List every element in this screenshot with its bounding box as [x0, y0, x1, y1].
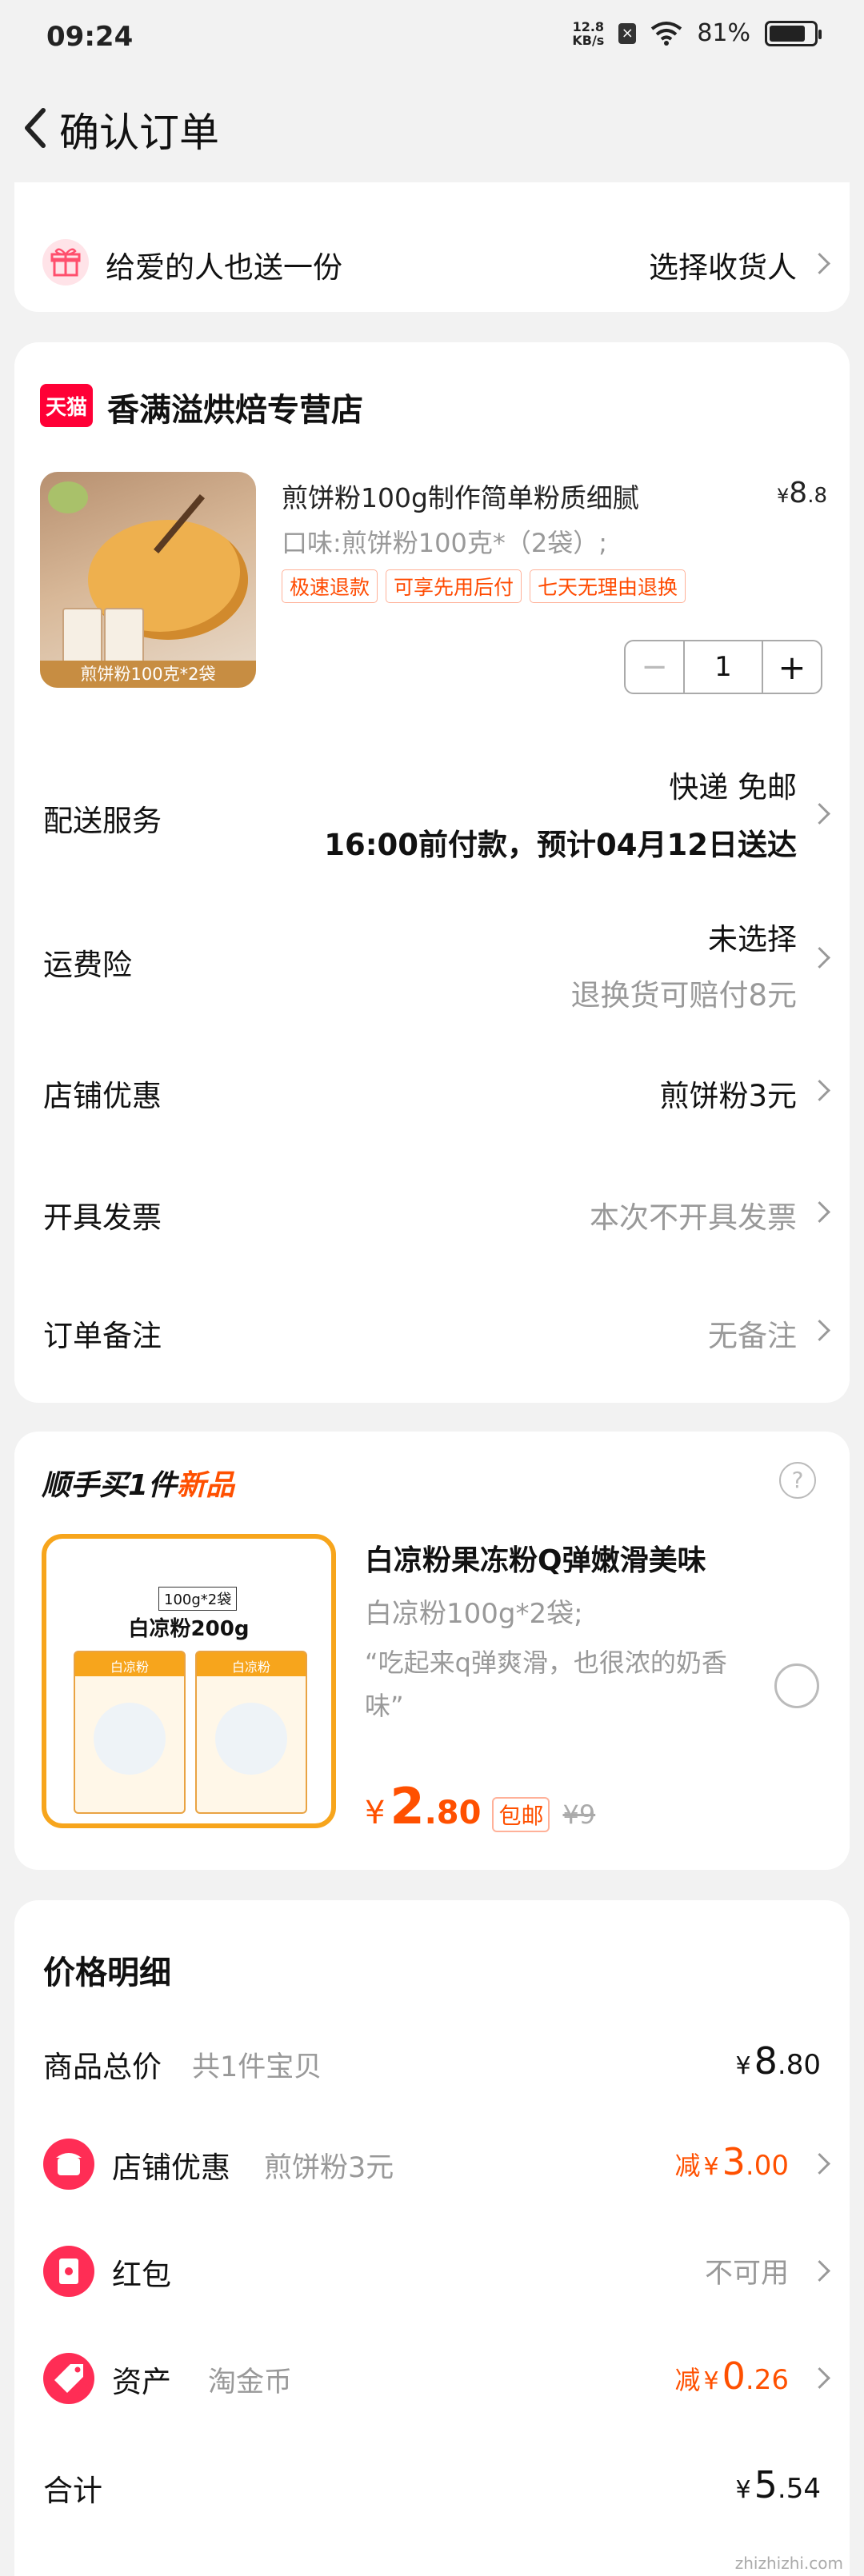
tmall-badge: 天猫	[40, 384, 93, 427]
total-goods-label: 商品总价	[43, 2050, 162, 2084]
product-image-caption: 煎饼粉100克*2袋	[40, 661, 256, 688]
service-tag: 极速退款	[282, 569, 378, 603]
status-bar: 09:24 12.8 KB/s × 81%	[0, 0, 864, 80]
back-arrow-icon[interactable]	[14, 96, 62, 160]
delivery-method: 快递 免邮	[669, 770, 797, 805]
help-icon[interactable]: ?	[779, 1462, 816, 1499]
sum-label: 合计	[43, 2474, 102, 2508]
increase-button[interactable]: +	[762, 641, 821, 693]
note-label: 订单备注	[43, 1319, 162, 1353]
network-speed: 12.8 KB/s	[572, 18, 605, 48]
chevron-right-icon	[809, 2260, 830, 2282]
addon-review-quote: “吃起来q弹爽滑，也很浓的奶香味”	[365, 1647, 727, 1721]
shop-discount-label: 店铺优惠	[112, 2151, 230, 2185]
gift-card[interactable]: 给爱的人也送一份 选择收货人	[14, 182, 850, 312]
total-goods-row: 商品总价 共1件宝贝 ¥8.80	[43, 2039, 827, 2091]
wifi-icon	[651, 21, 682, 46]
red-packet-row[interactable]: 红包 不可用	[43, 2246, 830, 2298]
product-image[interactable]: 煎饼粉100克*2袋	[40, 472, 256, 688]
total-goods-amount: ¥8.80	[735, 2039, 821, 2083]
battery-level	[770, 25, 805, 42]
chevron-right-icon	[809, 803, 830, 825]
insurance-label: 运费险	[43, 948, 132, 982]
notification-icon: ×	[618, 22, 637, 44]
shop-icon	[43, 2139, 94, 2190]
addon-card: 顺手买1件新品 ? 100g*2袋 白凉粉200g 白凉粉 白凉粉 白凉粉果冻粉…	[14, 1432, 850, 1870]
total-goods-sub: 共1件宝贝	[192, 2051, 322, 2083]
service-tags: 极速退款 可享先用后付 七天无理由退换	[282, 569, 694, 603]
addon-price: ¥2.80 包邮 ¥9	[365, 1777, 596, 1835]
insurance-status: 未选择	[708, 922, 797, 957]
gift-label: 给爱的人也送一份	[106, 250, 342, 285]
decrease-button[interactable]: −	[626, 641, 685, 693]
gift-icon	[42, 239, 89, 286]
nav-bar: 确认订单	[0, 80, 864, 176]
red-packet-value: 不可用	[704, 2258, 789, 2290]
assets-row[interactable]: 资产 淘金币 减 ¥0.26	[43, 2353, 830, 2406]
sum-amount: ¥5.54	[735, 2463, 821, 2506]
red-packet-icon	[43, 2246, 94, 2297]
insurance-desc: 退换货可赔付8元	[570, 978, 797, 1012]
product-title[interactable]: 煎饼粉100g制作简单粉质细腻	[282, 477, 639, 515]
battery-icon	[765, 20, 822, 46]
free-shipping-badge: 包邮	[492, 1797, 550, 1832]
order-card: 天猫 香满溢烘焙专营店 煎饼粉100克*2袋 煎饼粉100g制作简单粉质细腻 ¥…	[14, 342, 850, 1403]
addon-title: 顺手买1件新品	[42, 1469, 235, 1502]
page-title: 确认订单	[59, 110, 219, 156]
store-name[interactable]: 香满溢烘焙专营店	[107, 384, 363, 430]
addon-image-badge: 100g*2袋	[158, 1587, 238, 1611]
delivery-label: 配送服务	[43, 804, 162, 838]
select-recipient-link[interactable]: 选择收货人	[649, 243, 797, 286]
service-tag: 七天无理由退换	[530, 569, 686, 603]
assets-amount: 减 ¥0.26	[674, 2354, 789, 2398]
product-spec[interactable]: 口味:煎饼粉100克*（2袋）;	[282, 523, 607, 560]
watermark: zhizhizhi.com	[734, 2554, 843, 2573]
sum-row: 合计 ¥5.54	[43, 2463, 827, 2514]
price-detail-card: 价格明细 商品总价 共1件宝贝 ¥8.80 店铺优惠 煎饼粉3元 减 ¥3.00 …	[14, 1900, 850, 2576]
quantity-stepper: − 1 +	[624, 640, 822, 694]
invoice-value: 本次不开具发票	[590, 1200, 797, 1235]
addon-product-name[interactable]: 白凉粉果冻粉Q弹嫩滑美味	[365, 1537, 706, 1579]
addon-image-title: 白凉粉200g	[128, 1617, 250, 1641]
chevron-right-icon	[809, 2367, 830, 2389]
shop-discount-value: 煎饼粉3元	[659, 1079, 797, 1113]
chevron-right-icon	[809, 253, 830, 274]
assets-label: 资产	[112, 2365, 171, 2399]
addon-spec: 白凉粉100g*2袋;	[365, 1598, 583, 1630]
tag-icon	[43, 2353, 94, 2404]
assets-sub: 淘金币	[208, 2366, 293, 2398]
addon-product-image[interactable]: 100g*2袋 白凉粉200g 白凉粉 白凉粉	[42, 1534, 336, 1828]
invoice-label: 开具发票	[43, 1200, 162, 1235]
original-price: ¥9	[562, 1799, 596, 1830]
shop-discount-sub: 煎饼粉3元	[264, 2152, 394, 2184]
shop-discount-amount: 减 ¥3.00	[674, 2140, 789, 2183]
service-tag: 可享先用后付	[386, 569, 522, 603]
delivery-eta: 16:00前付款，预计04月12日送达	[324, 828, 797, 862]
red-packet-label: 红包	[112, 2258, 171, 2292]
price-detail-title: 价格明细	[43, 1955, 171, 1991]
chevron-right-icon	[809, 1201, 830, 1223]
chevron-right-icon	[809, 1320, 830, 1341]
chevron-right-icon	[809, 2153, 830, 2175]
status-time: 09:24	[46, 21, 134, 53]
shop-discount-label: 店铺优惠	[43, 1079, 162, 1113]
quantity-value[interactable]: 1	[685, 641, 762, 693]
shop-discount-detail-row[interactable]: 店铺优惠 煎饼粉3元 减 ¥3.00	[43, 2139, 830, 2191]
battery-percent: 81%	[697, 19, 750, 47]
addon-select-radio[interactable]	[774, 1663, 819, 1708]
chevron-right-icon	[809, 947, 830, 968]
note-value: 无备注	[708, 1319, 797, 1353]
chevron-right-icon	[809, 1080, 830, 1101]
status-indicators: 12.8 KB/s × 81%	[572, 18, 822, 48]
product-price: ¥8.8	[777, 477, 827, 509]
